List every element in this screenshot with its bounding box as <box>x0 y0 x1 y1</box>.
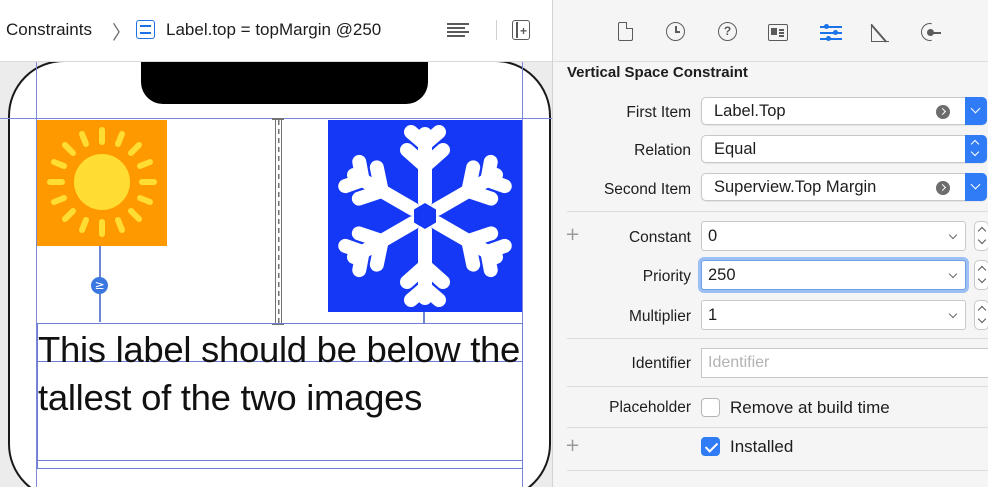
relation-label: Relation <box>634 142 691 159</box>
separator <box>567 211 988 212</box>
first-item-dropdown-button[interactable] <box>965 97 987 125</box>
constant-value: 0 <box>708 227 718 245</box>
priority-field[interactable]: 250 <box>701 260 966 290</box>
chevron-down-icon[interactable] <box>948 230 958 240</box>
go-to-item-icon[interactable] <box>936 181 950 195</box>
add-variation-plus-icon[interactable]: + <box>565 224 580 245</box>
installed-label[interactable]: Installed <box>730 437 793 457</box>
separator <box>567 427 988 428</box>
chevron-down-icon <box>970 147 980 157</box>
chevron-down-icon <box>970 103 981 114</box>
snowflake-image-view[interactable] <box>328 120 522 312</box>
remove-at-build-time-label[interactable]: Remove at build time <box>730 398 890 418</box>
device-notch <box>141 62 428 104</box>
selected-top-constraint[interactable] <box>272 118 284 325</box>
second-item-dropdown-button[interactable] <box>965 173 987 201</box>
separator <box>567 470 988 471</box>
connections-icon-line <box>933 32 941 34</box>
chevron-down-icon <box>970 179 981 190</box>
breadcrumb-current-constraint[interactable]: Label.top = topMargin @250 <box>166 20 381 40</box>
help-icon[interactable]: ? <box>718 22 737 41</box>
list-lines-icon[interactable] <box>447 23 469 37</box>
remove-at-build-time-checkbox[interactable] <box>701 398 720 417</box>
constant-stepper[interactable] <box>974 221 988 251</box>
sun-icon <box>47 127 157 237</box>
second-item-label: Second Item <box>603 181 691 198</box>
add-variation-plus-icon[interactable]: + <box>565 435 580 456</box>
storyboard-canvas[interactable]: ≥ This label should be below the tallest… <box>0 62 552 487</box>
sun-image-view[interactable] <box>37 120 167 246</box>
jump-bar: Constraints 〉 Label.top = topMargin @250… <box>0 0 552 62</box>
relation-popup[interactable]: Equal <box>701 135 987 163</box>
first-item-value: Label.Top <box>714 102 786 120</box>
second-item-popup[interactable]: Superview.Top Margin <box>701 173 987 201</box>
toolbar-divider <box>496 20 497 40</box>
identifier-input[interactable] <box>702 349 988 377</box>
constant-field[interactable]: 0 <box>701 221 966 251</box>
size-ruler-icon[interactable] <box>871 24 889 42</box>
first-item-label: First Item <box>626 104 691 121</box>
identifier-field[interactable] <box>701 348 988 378</box>
multiplier-stepper[interactable] <box>974 300 988 330</box>
separator <box>567 386 988 387</box>
constant-label: Constant <box>628 229 691 246</box>
chevron-down-icon[interactable] <box>948 269 958 279</box>
snowflake-icon <box>328 125 522 312</box>
multiplier-label: Multiplier <box>628 308 691 325</box>
go-to-item-icon[interactable] <box>936 105 950 119</box>
snowflake-bottom-constraint-line[interactable] <box>423 312 425 323</box>
identity-icon[interactable] <box>768 24 788 41</box>
separator <box>567 338 988 339</box>
first-item-popup[interactable]: Label.Top <box>701 97 987 125</box>
greater-equal-badge[interactable]: ≥ <box>91 277 108 294</box>
second-item-value: Superview.Top Margin <box>714 178 877 196</box>
placeholder-label: Placeholder <box>609 399 691 416</box>
section-title: Vertical Space Constraint <box>567 64 748 81</box>
history-icon[interactable] <box>666 22 685 41</box>
add-editor-icon[interactable]: + <box>512 20 530 40</box>
label-text[interactable]: This label should be below the tallest o… <box>38 326 538 422</box>
constraint-icon <box>136 20 155 39</box>
attributes-icon[interactable] <box>820 24 842 42</box>
chevron-down-icon[interactable] <box>948 309 958 319</box>
inspector-toolbar: ? <box>553 0 988 62</box>
identifier-label: Identifier <box>631 355 691 372</box>
inspector-panel: ? Vertical Space Constraint First Item L… <box>552 0 988 487</box>
priority-stepper[interactable] <box>974 260 988 290</box>
file-icon[interactable] <box>618 22 633 41</box>
priority-label: Priority <box>642 268 691 285</box>
label-last-baseline-guide <box>37 460 523 461</box>
relation-dropdown-button[interactable] <box>965 135 987 163</box>
breadcrumb-constraints[interactable]: Constraints <box>6 20 92 40</box>
priority-value: 250 <box>708 266 736 284</box>
relation-value: Equal <box>714 140 757 158</box>
multiplier-value: 1 <box>708 306 718 324</box>
breadcrumb-separator-icon: 〉 <box>112 23 132 44</box>
multiplier-field[interactable]: 1 <box>701 300 966 330</box>
installed-checkbox[interactable] <box>701 437 720 456</box>
